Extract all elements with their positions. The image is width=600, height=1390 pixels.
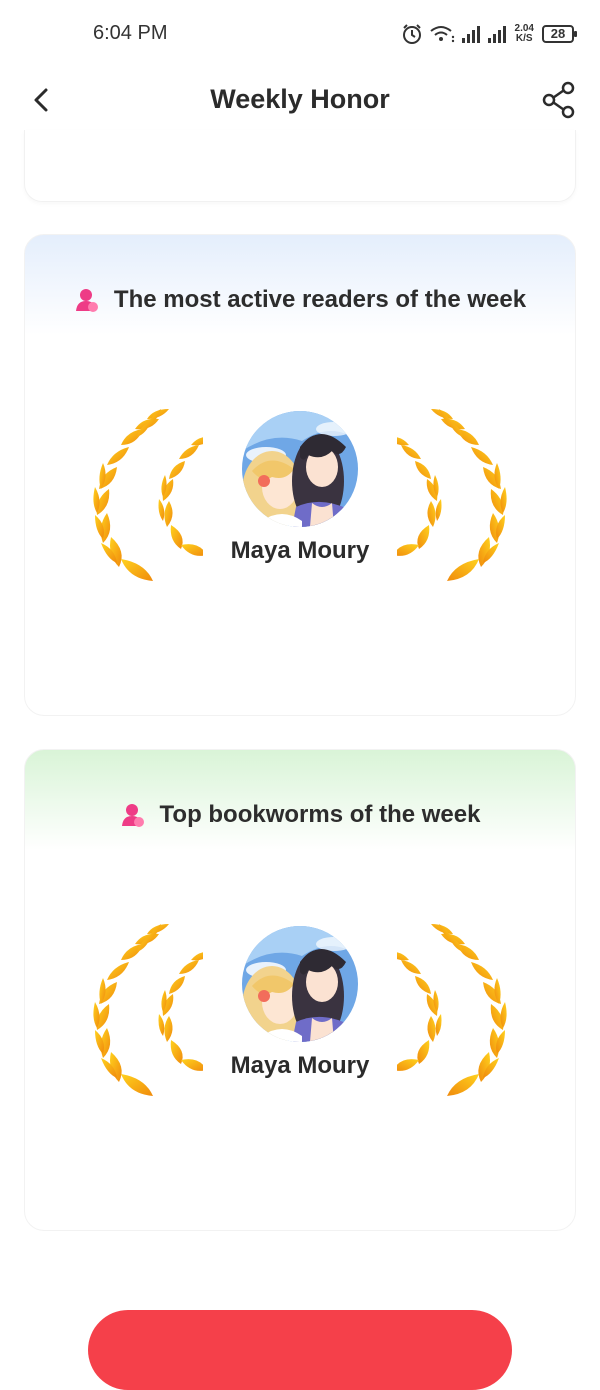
user-name[interactable]: Maya Moury <box>25 1052 575 1080</box>
top-app-bar: Weekly Honor <box>0 66 600 136</box>
wifi-icon <box>429 23 455 45</box>
status-bar: 6:04 PM 2.04 K/S 28 <box>0 0 600 66</box>
previous-card <box>24 130 576 202</box>
page-title: Weekly Honor <box>210 84 390 114</box>
person-icon <box>121 804 144 827</box>
section-title-text: The most active readers of the week <box>113 286 527 313</box>
signal-icon <box>461 24 481 44</box>
section-title: Top bookworms of the week <box>25 798 575 832</box>
signal-icon <box>487 24 507 44</box>
network-speed-unit: K/S <box>515 33 533 44</box>
share-icon <box>542 81 575 119</box>
network-speed: 2.04 K/S <box>515 24 534 44</box>
alarm-icon <box>401 23 423 45</box>
person-icon <box>75 289 98 312</box>
avatar[interactable] <box>242 411 358 527</box>
top-bookworms-card: Top bookworms of the week Maya Moury <box>24 749 576 1231</box>
section-title-text: Top bookworms of the week <box>159 801 481 828</box>
section-title: The most active readers of the week <box>25 283 575 317</box>
battery-icon: 28 <box>542 25 577 43</box>
user-name[interactable]: Maya Moury <box>25 537 575 565</box>
status-icons: 2.04 K/S 28 <box>401 18 577 50</box>
status-time: 6:04 PM <box>93 22 168 44</box>
share-button[interactable] <box>540 80 578 120</box>
bottom-action-button[interactable] <box>88 1310 512 1390</box>
active-readers-card: The most active readers of the week Maya… <box>24 234 576 716</box>
avatar[interactable] <box>242 926 358 1042</box>
